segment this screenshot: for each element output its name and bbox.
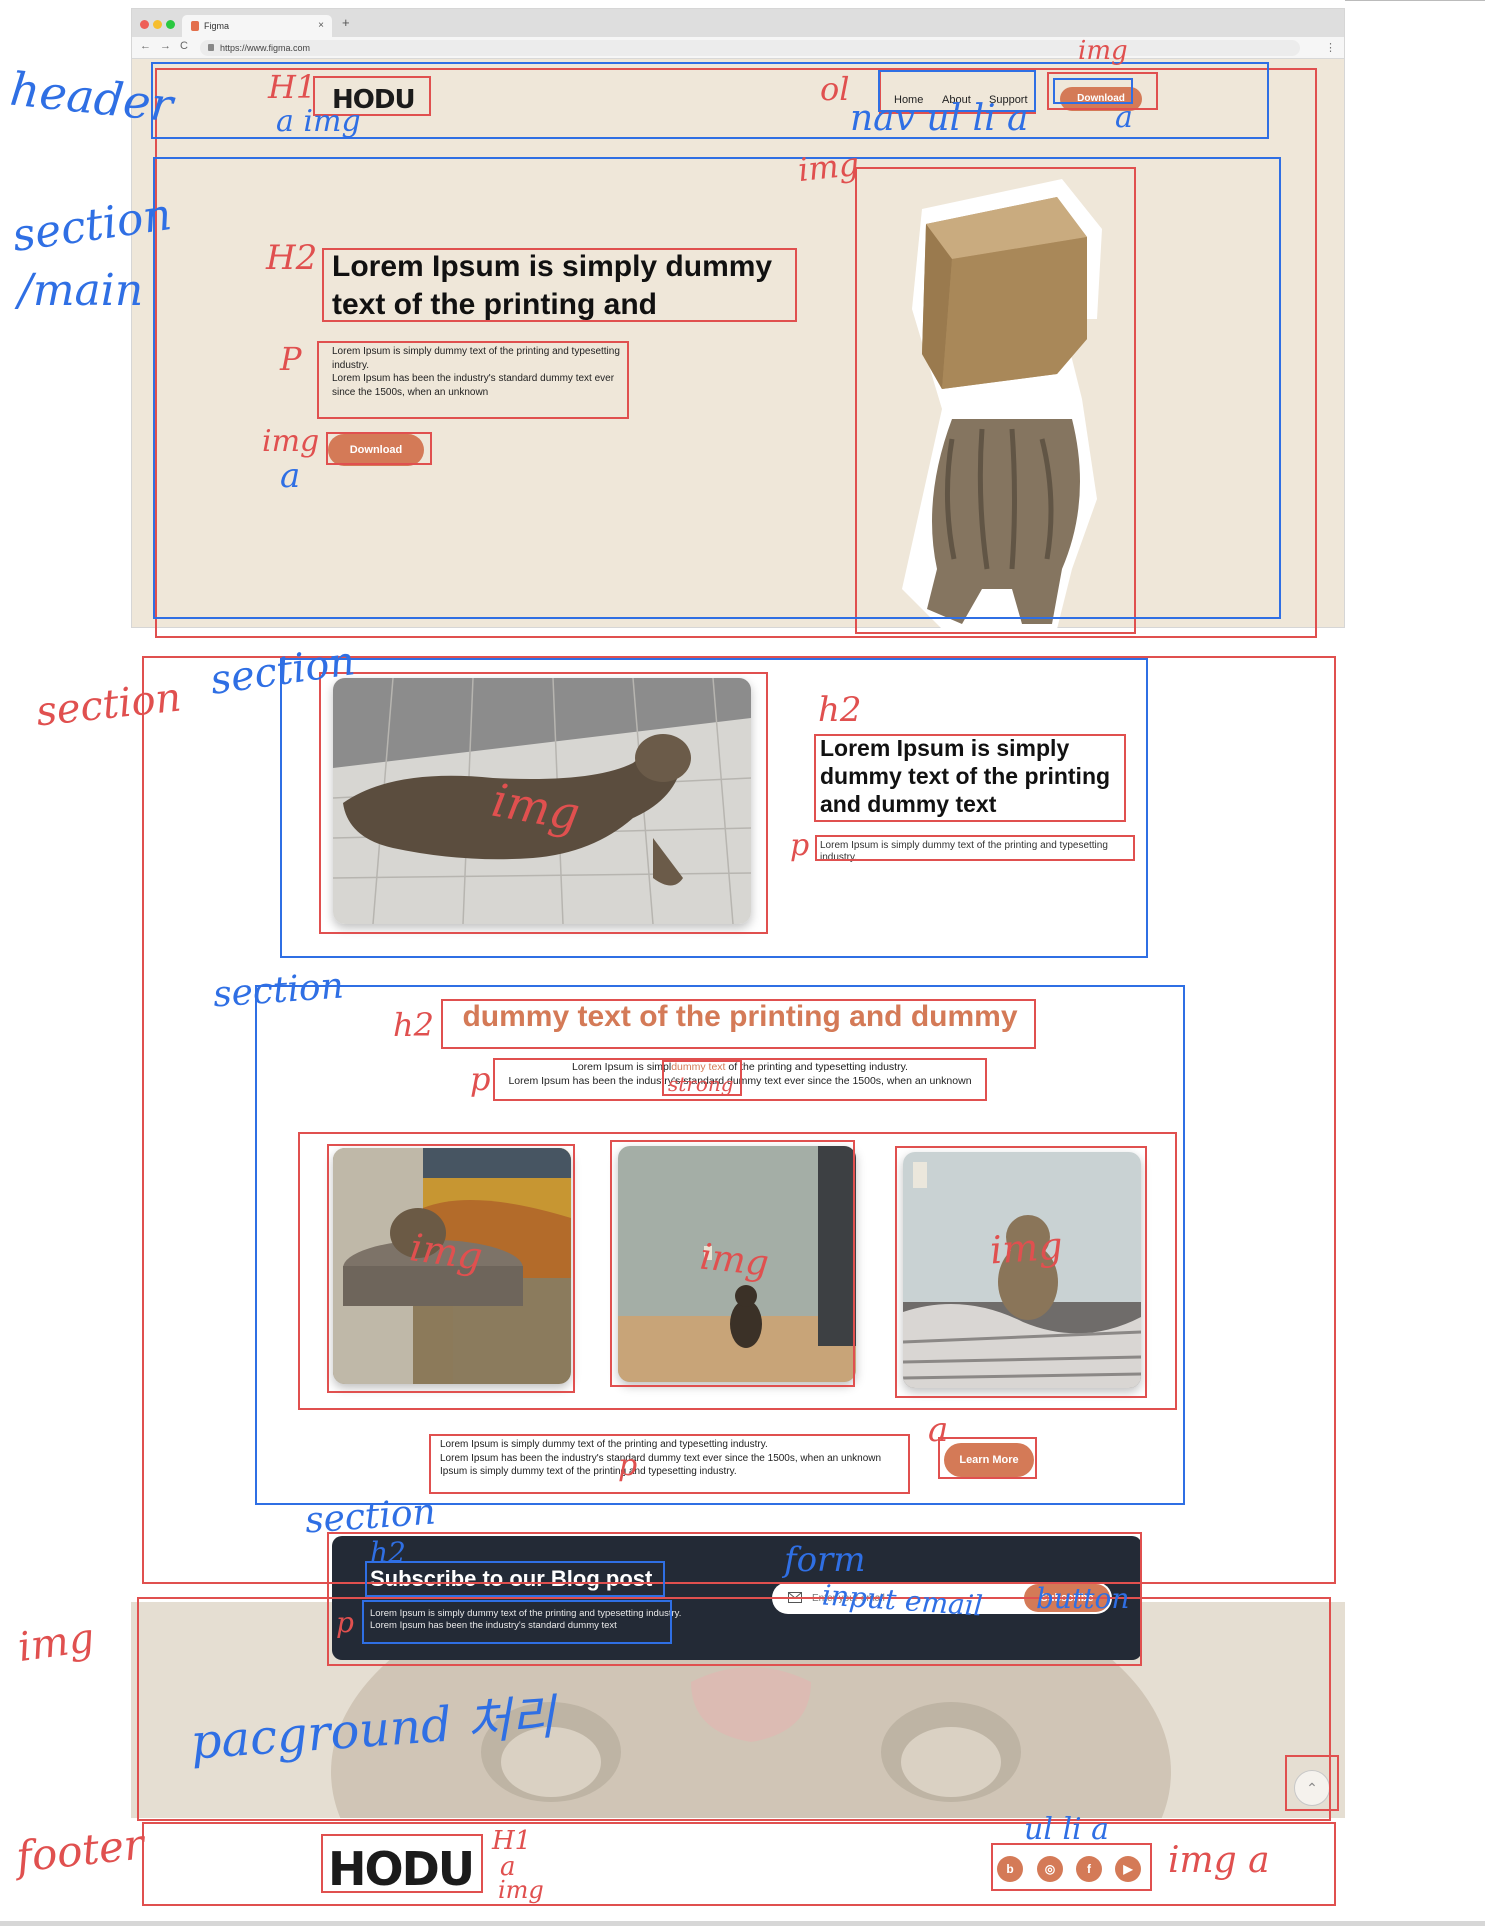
reload-icon[interactable]: C — [180, 40, 188, 52]
tab-bar: Figma × + — [132, 9, 1344, 37]
annotation-p-hero-label: P — [280, 340, 302, 378]
url-text: https://www.figma.com — [220, 43, 311, 53]
annotation-p-sec1-label: p — [790, 828, 810, 863]
url-field[interactable]: https://www.figma.com — [200, 40, 1300, 56]
annotation-totop-box — [1285, 1755, 1339, 1811]
annotation-h1-sub-label: a img — [276, 104, 361, 139]
annotation-strong-label: strong — [668, 1072, 734, 1096]
annotation-p-sec2-label: p — [470, 1060, 491, 1098]
browser-tab[interactable]: Figma × — [182, 15, 332, 37]
annotation-footer-logo-box — [321, 1834, 483, 1893]
close-window-button[interactable] — [140, 20, 149, 29]
annotation-foot-ul-label: ul li a — [1024, 1812, 1110, 1847]
annotation-nav-label: nav ul li a — [850, 98, 1029, 139]
window-edge — [1345, 0, 1485, 1]
annotation-a-top-label: a — [1115, 100, 1133, 135]
annotation-a-learn-label: a — [928, 1410, 949, 1450]
figma-favicon-icon — [191, 21, 199, 31]
tab-close-icon[interactable]: × — [318, 20, 324, 31]
annotation-h2-sec1-label: h2 — [818, 690, 862, 730]
annotation-button-label: button — [1036, 1582, 1130, 1615]
annotation-a-hero-label: a — [280, 456, 301, 496]
annotation-card3-label: img — [988, 1223, 1064, 1273]
annotation-ol-label: ol — [820, 70, 850, 108]
annotation-foot-img-a-label: img a — [1168, 1840, 1270, 1881]
annotation-p-sub-label: p — [336, 1606, 354, 1639]
browser-menu-icon[interactable]: ⋮ — [1325, 41, 1336, 54]
new-tab-button[interactable]: + — [342, 15, 350, 30]
annotation-form-label: form — [784, 1540, 866, 1580]
annotation-h2-sub-label: h2 — [370, 1536, 406, 1569]
annotation-img-left-label: img — [15, 1614, 98, 1672]
back-arrow-icon[interactable]: ← — [140, 40, 151, 52]
annotation-h1-label: H1 — [268, 68, 317, 106]
maximize-window-button[interactable] — [166, 20, 175, 29]
annotation-main-blue-box — [153, 157, 1281, 619]
bottom-divider — [0, 1921, 1485, 1926]
annotation-main-label: /main — [18, 265, 144, 316]
address-bar-row: ← → C https://www.figma.com ⋮ — [132, 37, 1344, 59]
annotation-sub-h2-blue-box — [365, 1561, 665, 1597]
annotation-img-top-label: img — [1078, 36, 1128, 66]
minimize-window-button[interactable] — [153, 20, 162, 29]
forward-arrow-icon[interactable]: → — [160, 40, 171, 52]
annotation-footer-ul-box — [991, 1843, 1152, 1891]
annotation-img-a-hero-label: img — [262, 424, 320, 459]
annotation-h2-sec2-label: h2 — [393, 1006, 434, 1044]
annotation-h2-hero-label: H2 — [266, 238, 318, 278]
annotation-card2-label: img — [698, 1236, 771, 1285]
annotation-footer-label: footer — [13, 1819, 147, 1882]
annotation-sec1-blue-box — [280, 658, 1148, 958]
tab-title: Figma — [204, 21, 230, 31]
annotation-p-learn-label: p — [618, 1448, 638, 1483]
annotation-img-hero-label: img — [796, 144, 861, 190]
annotation-foot-img-label: img — [498, 1876, 544, 1904]
lock-icon — [208, 44, 214, 51]
annotation-sub-p-blue-box — [362, 1600, 672, 1644]
